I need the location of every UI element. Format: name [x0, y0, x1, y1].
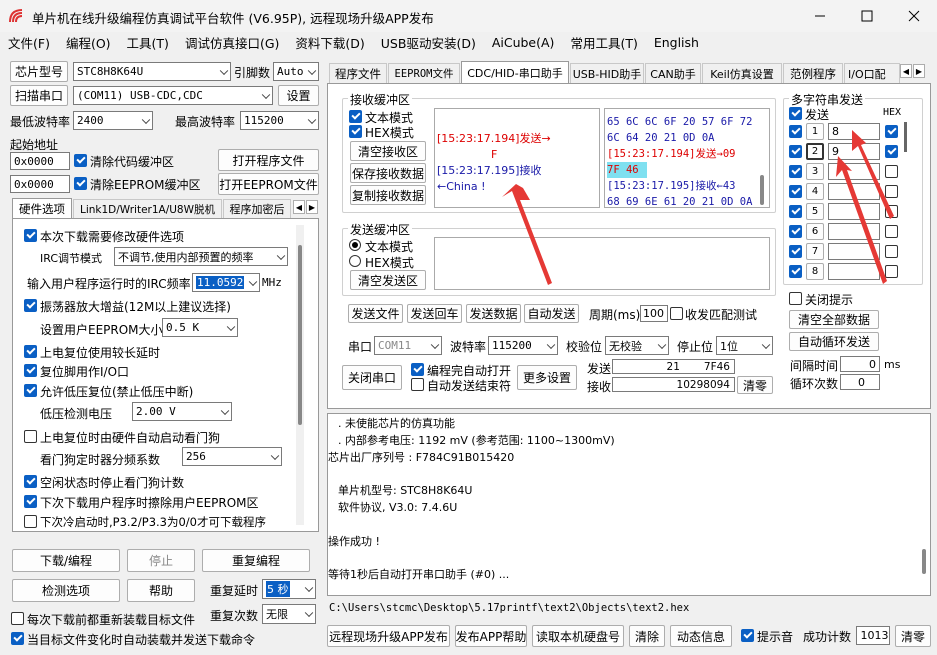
- annotation-arrows: [502, 130, 894, 285]
- annotation-arrow-row2: [836, 156, 887, 284]
- annotation-arrow-send: [502, 184, 552, 285]
